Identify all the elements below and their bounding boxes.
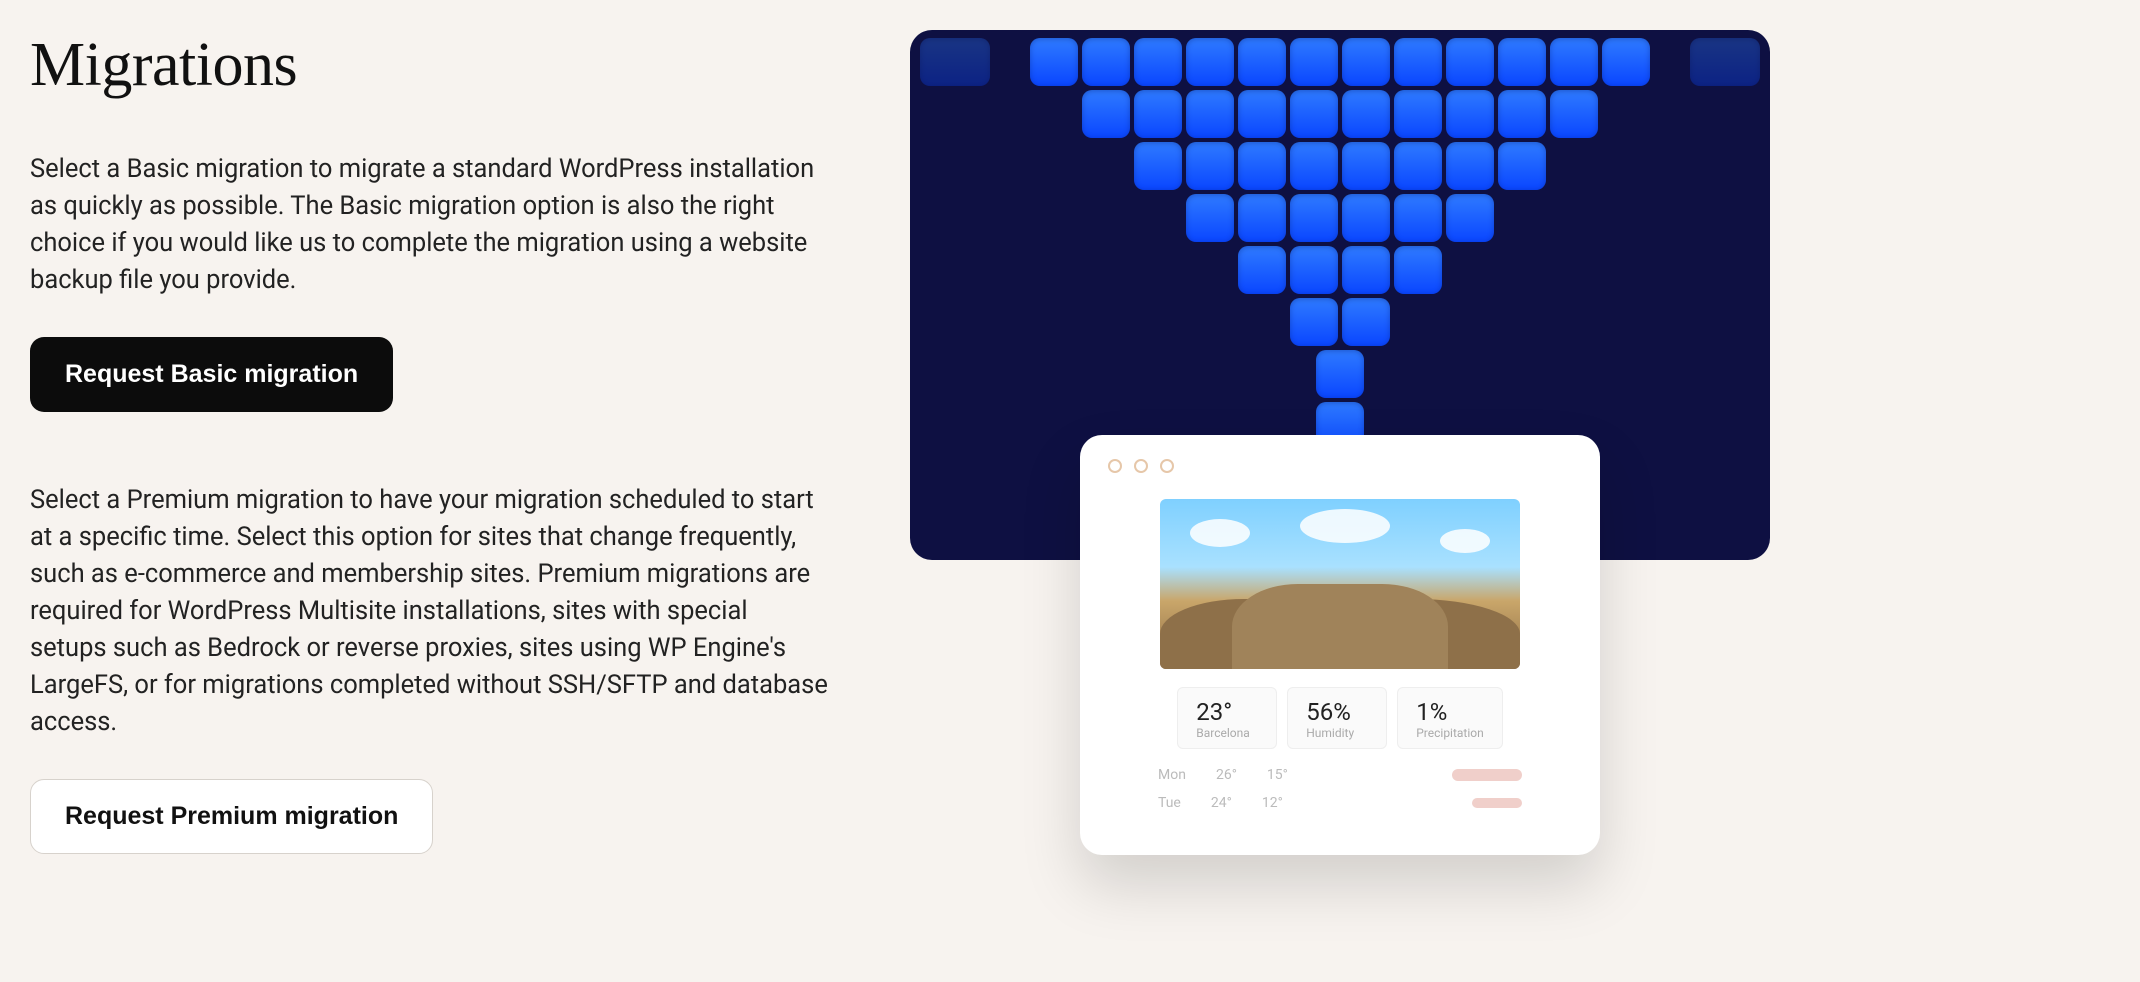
- stat-label: Humidity: [1306, 726, 1368, 740]
- forecast-lo: 15°: [1267, 767, 1288, 783]
- illustration-column: 23° Barcelona 56% Humidity 1% Precipitat…: [910, 20, 2110, 854]
- forecast-bar-icon: [1472, 798, 1522, 808]
- forecast-bar-icon: [1452, 769, 1522, 781]
- forecast-day: Tue: [1158, 795, 1181, 811]
- window-dot-icon: [1108, 459, 1122, 473]
- stat-humidity: 56% Humidity: [1287, 687, 1387, 749]
- forecast-hi: 24°: [1211, 795, 1232, 811]
- stat-label: Precipitation: [1416, 726, 1484, 740]
- forecast-row: Mon 26° 15°: [1158, 767, 1522, 783]
- stat-value: 23°: [1196, 698, 1258, 726]
- request-basic-migration-button[interactable]: Request Basic migration: [30, 337, 393, 412]
- preview-window: 23° Barcelona 56% Humidity 1% Precipitat…: [1080, 435, 1600, 855]
- premium-description: Select a Premium migration to have your …: [30, 482, 830, 741]
- stat-label: Barcelona: [1196, 726, 1258, 740]
- forecast-day: Mon: [1158, 767, 1186, 783]
- window-dot-icon: [1134, 459, 1148, 473]
- forecast-lo: 12°: [1262, 795, 1283, 811]
- weather-stats: 23° Barcelona 56% Humidity 1% Precipitat…: [1108, 687, 1572, 749]
- stat-value: 56%: [1306, 698, 1368, 726]
- content-column: Migrations Select a Basic migration to m…: [30, 20, 830, 854]
- page-title: Migrations: [30, 30, 830, 101]
- stat-temperature: 23° Barcelona: [1177, 687, 1277, 749]
- preview-photo: [1160, 499, 1520, 669]
- basic-description: Select a Basic migration to migrate a st…: [30, 151, 830, 299]
- stat-value: 1%: [1416, 698, 1484, 726]
- window-controls: [1108, 459, 1572, 473]
- forecast-hi: 26°: [1216, 767, 1237, 783]
- stat-precipitation: 1% Precipitation: [1397, 687, 1503, 749]
- request-premium-migration-button[interactable]: Request Premium migration: [30, 779, 433, 854]
- window-dot-icon: [1160, 459, 1174, 473]
- forecast-row: Tue 24° 12°: [1158, 795, 1522, 811]
- forecast-list: Mon 26° 15° Tue 24° 12°: [1108, 767, 1572, 811]
